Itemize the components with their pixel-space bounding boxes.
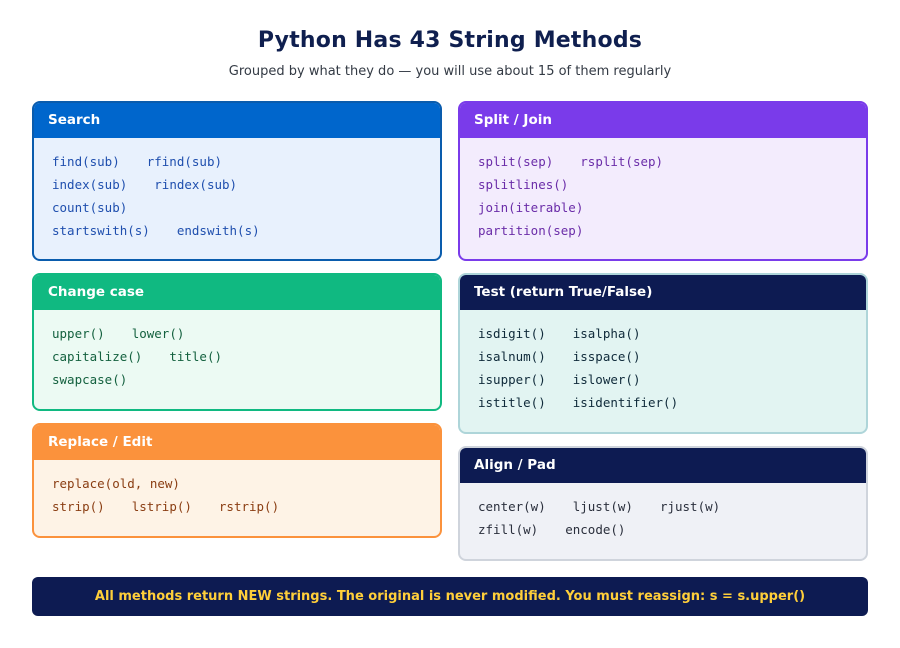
group-header-search: Search <box>34 103 440 138</box>
group-body-change-case: upper() lower() capitalize() title() swapcas… <box>34 310 440 391</box>
page-title: Python Has 43 String Methods <box>257 28 643 53</box>
method-row: partition(sep) <box>478 219 866 242</box>
method-row: splitlines() <box>478 173 866 196</box>
group-card-align-pad: Align / Pad center(w) ljust(w) rjust(w) zfi… <box>458 446 868 561</box>
method-name: endswith(s) <box>176 223 260 238</box>
method-name: split(sep) <box>478 154 554 169</box>
method-row: isupper() islower() <box>478 368 866 391</box>
group-body-split-join: split(sep) rsplit(sep) splitlines() join(it… <box>460 138 866 242</box>
method-name: rindex(sub) <box>154 177 238 192</box>
group-card-split-join: Split / Join split(sep) rsplit(sep) splitl… <box>458 101 868 261</box>
method-name: count(sub) <box>52 200 128 215</box>
method-name: lstrip() <box>131 499 192 514</box>
group-body-align-pad: center(w) ljust(w) rjust(w) zfill(w) encode(… <box>460 483 866 541</box>
method-name: isspace() <box>572 349 641 364</box>
method-name: index(sub) <box>52 177 128 192</box>
footer-note: All methods return NEW strings. The orig… <box>32 577 868 616</box>
method-name: ljust(w) <box>572 499 633 514</box>
method-name: startswith(s) <box>52 223 150 238</box>
group-body-replace-edit: replace(old, new) strip() lstrip() rstrip() <box>34 460 440 518</box>
method-row: startswith(s) endswith(s) <box>52 219 440 242</box>
group-card-change-case: Change case upper() lower() capitalize() ti… <box>32 273 442 411</box>
page-subtitle: Grouped by what they do — you will use a… <box>228 64 672 79</box>
group-header-test: Test (return True/False) <box>460 275 866 310</box>
method-row: join(iterable) <box>478 196 866 219</box>
method-row: find(sub) rfind(sub) <box>52 150 440 173</box>
group-card-test: Test (return True/False) isdigit() isalph… <box>458 273 868 434</box>
method-name: isidentifier() <box>572 395 679 410</box>
method-row: zfill(w) encode() <box>478 518 866 541</box>
group-card-search: Search find(sub) rfind(sub) index(sub) rind… <box>32 101 442 261</box>
method-name: find(sub) <box>52 154 120 169</box>
method-name: isalnum() <box>478 349 546 364</box>
method-row: istitle() isidentifier() <box>478 391 866 414</box>
method-name: rsplit(sep) <box>580 154 664 169</box>
method-row: count(sub) <box>52 196 440 219</box>
method-name: encode() <box>565 522 626 537</box>
group-header-align-pad: Align / Pad <box>460 448 866 483</box>
method-name: isalpha() <box>572 326 641 341</box>
method-name: islower() <box>572 372 641 387</box>
method-row: upper() lower() <box>52 322 440 345</box>
method-name: rfind(sub) <box>146 154 222 169</box>
group-body-test: isdigit() isalpha() isalnum() isspace() isup… <box>460 310 866 414</box>
method-name: center(w) <box>478 499 546 514</box>
method-row: center(w) ljust(w) rjust(w) <box>478 495 866 518</box>
method-row: strip() lstrip() rstrip() <box>52 495 440 518</box>
method-name: isupper() <box>478 372 546 387</box>
group-header-replace-edit: Replace / Edit <box>34 425 440 460</box>
method-name: join(iterable) <box>478 200 584 215</box>
method-name: swapcase() <box>52 372 128 387</box>
method-row: split(sep) rsplit(sep) <box>478 150 866 173</box>
method-name: capitalize() <box>52 349 143 364</box>
group-card-replace-edit: Replace / Edit replace(old, new) strip() l… <box>32 423 442 538</box>
method-name: istitle() <box>478 395 546 410</box>
method-name: strip() <box>52 499 105 514</box>
method-row: capitalize() title() <box>52 345 440 368</box>
group-body-search: find(sub) rfind(sub) index(sub) rindex(sub)… <box>34 138 440 242</box>
method-name: partition(sep) <box>478 223 584 238</box>
group-header-change-case: Change case <box>34 275 440 310</box>
method-name: rstrip() <box>218 499 280 514</box>
method-name: isdigit() <box>478 326 546 341</box>
method-row: index(sub) rindex(sub) <box>52 173 440 196</box>
method-name: upper() <box>52 326 105 341</box>
method-name: replace(old, new) <box>52 476 180 491</box>
method-name: splitlines() <box>478 177 569 192</box>
method-name: lower() <box>131 326 185 341</box>
group-header-split-join: Split / Join <box>460 103 866 138</box>
method-name: rjust(w) <box>659 499 721 514</box>
method-row: replace(old, new) <box>52 472 440 495</box>
method-name: title() <box>169 349 222 364</box>
method-row: isalnum() isspace() <box>478 345 866 368</box>
method-name: zfill(w) <box>478 522 539 537</box>
method-row: swapcase() <box>52 368 440 391</box>
method-row: isdigit() isalpha() <box>478 322 866 345</box>
